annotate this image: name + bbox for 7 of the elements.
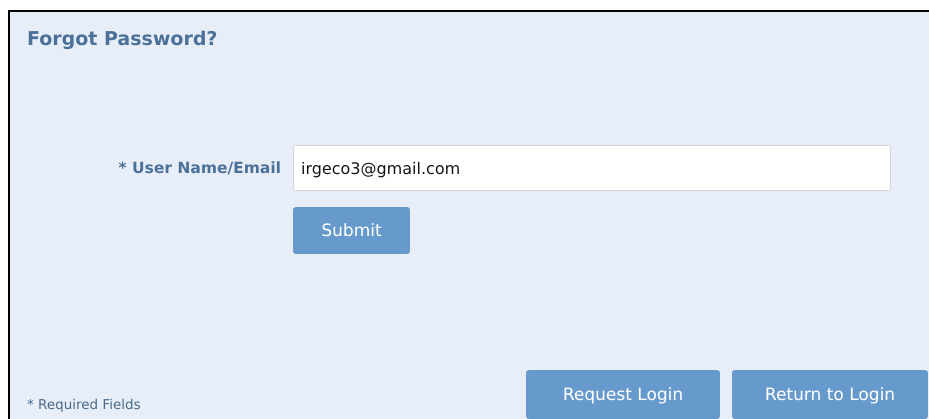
email-field[interactable]: irgeco3@gmail.com <box>293 145 891 191</box>
request-login-button[interactable]: Request Login <box>526 370 720 419</box>
page-title: Forgot Password? <box>27 28 218 50</box>
submit-button[interactable]: Submit <box>293 207 410 254</box>
required-fields-note: * Required Fields <box>27 397 141 413</box>
return-to-login-button[interactable]: Return to Login <box>732 370 928 419</box>
field-label: * User Name/Email <box>118 159 282 177</box>
